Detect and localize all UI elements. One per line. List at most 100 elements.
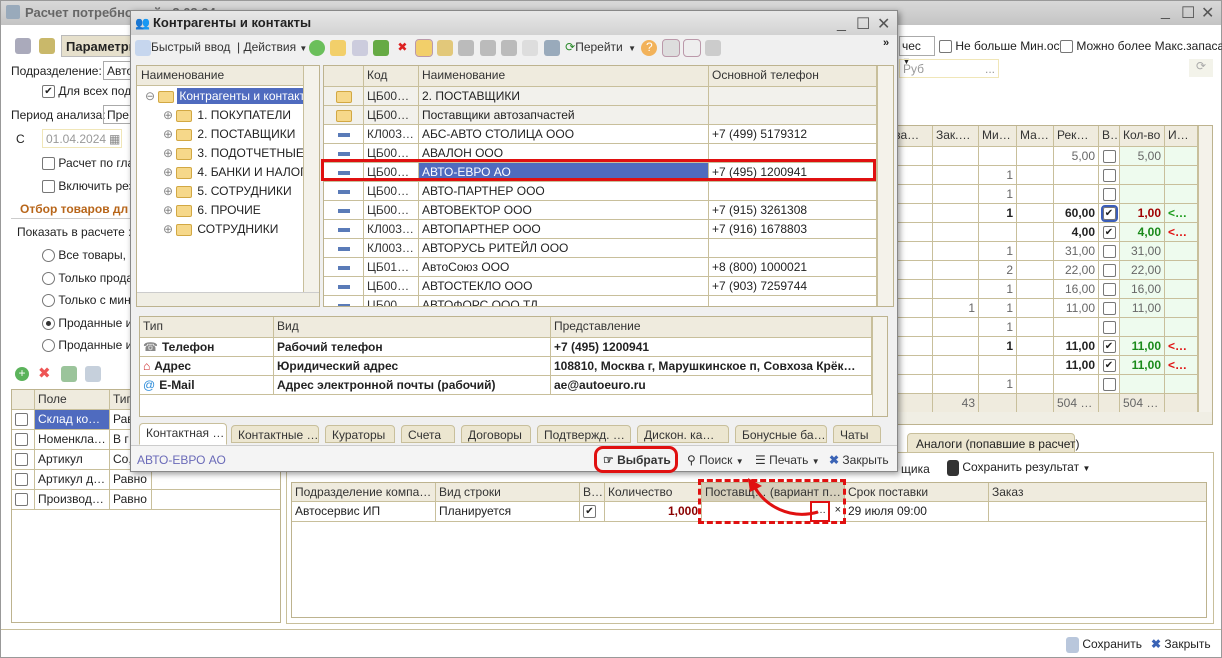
load-icon[interactable] <box>39 38 55 54</box>
calendar-icon[interactable]: ▦ <box>109 132 120 146</box>
collapse-icon[interactable]: ⊖ <box>145 89 158 103</box>
help-icon[interactable]: ? <box>641 40 658 56</box>
tab-8[interactable]: Бонусные ба… <box>735 425 827 443</box>
column-header[interactable]: В… <box>1099 126 1120 146</box>
maximize-button[interactable]: ☐ <box>1181 3 1195 23</box>
tree-item[interactable]: ⊕ 5. СОТРУДНИКИ <box>163 184 292 198</box>
tab-analogs[interactable]: Аналоги (попавшие в расчет) <box>907 433 1080 453</box>
column-header[interactable]: Мак… <box>1017 126 1054 146</box>
row-checkbox[interactable] <box>15 493 28 507</box>
sort-icon[interactable] <box>683 39 702 57</box>
column-header[interactable] <box>324 66 364 86</box>
column-header[interactable]: Представление <box>551 317 872 337</box>
include-checkbox[interactable]: ✔ <box>1102 359 1116 373</box>
include-checkbox[interactable] <box>1102 264 1116 278</box>
table-row[interactable]: 11,00✔11,00<Не… <box>882 356 1212 375</box>
table-row[interactable]: Производи… Равно <box>12 490 280 510</box>
table-row[interactable]: ⌂ Адрес Юридический адрес 108810, Москва г,… <box>140 357 887 376</box>
tab-9[interactable]: Чаты <box>833 425 881 443</box>
tree-item[interactable]: ⊕ 1. ПОКУПАТЕЛИ <box>163 108 291 122</box>
radio-option[interactable]: Только с мин <box>42 293 131 308</box>
table-row[interactable]: 1 <box>882 318 1212 337</box>
calc-by-checkbox[interactable] <box>42 157 55 171</box>
close-window-button[interactable]: ✕ <box>1201 3 1214 23</box>
row-checkbox[interactable] <box>15 473 28 487</box>
close-button[interactable]: Закрыть <box>1164 637 1210 651</box>
vertical-scrollbar[interactable] <box>303 66 319 292</box>
include-checkbox[interactable] <box>1102 245 1116 259</box>
column-header[interactable]: Наименование <box>419 66 709 86</box>
tree-item[interactable]: ⊕ 2. ПОСТАВЩИКИ <box>163 127 295 141</box>
include-checkbox[interactable] <box>1102 378 1116 392</box>
delete-icon[interactable]: ✖ <box>394 40 410 56</box>
search-button[interactable]: Поиск <box>699 453 732 467</box>
tree-item[interactable]: ⊕ 6. ПРОЧИЕ <box>163 203 261 217</box>
more-max-checkbox[interactable] <box>1060 40 1073 54</box>
tab-parameters[interactable]: Параметры <box>61 35 141 57</box>
table-row[interactable]: @ E-Mail Адрес электронной почты (рабочий)… <box>140 376 887 395</box>
table-row[interactable]: ЦБ0098… АВТО-ПАРТНЕР ООО <box>324 182 893 201</box>
column-header[interactable]: Кол-во <box>1120 126 1165 146</box>
filter-icon[interactable] <box>458 40 475 56</box>
include-checkbox[interactable]: ✔ <box>1100 205 1118 222</box>
table-row[interactable]: 111,00✔11,00<Не… <box>882 337 1212 356</box>
include-res-checkbox[interactable] <box>42 180 55 194</box>
hierarchy-icon[interactable] <box>414 39 433 57</box>
table-row[interactable]: ЦБ0000… 2. ПОСТАВЩИКИ <box>324 87 893 106</box>
table-row[interactable]: ЦБ0079… АВТОВЕКТОР ООО +7 (915) 3261308 <box>324 201 893 220</box>
vertical-scrollbar[interactable] <box>1198 126 1212 412</box>
column-header[interactable] <box>12 390 35 409</box>
radio-option[interactable]: Проданные и <box>42 338 132 353</box>
column-header[interactable]: Реко… <box>1054 126 1099 146</box>
list-settings-icon[interactable] <box>705 40 722 56</box>
radio-button[interactable] <box>42 316 55 330</box>
table-row[interactable]: КЛ0035… АБС-АВТО СТОЛИЦА ООО +7 (499) 5179… <box>324 125 893 144</box>
actions-menu[interactable]: Действия <box>243 40 296 54</box>
table-row[interactable]: 1 <box>882 375 1212 394</box>
save-result-button[interactable]: Сохранить результат <box>962 460 1079 474</box>
move-folder-icon[interactable] <box>437 40 454 56</box>
column-header[interactable]: Тип <box>140 317 274 337</box>
column-header[interactable]: Мин… <box>979 126 1017 146</box>
refresh-icon[interactable]: ⟳ <box>1189 59 1213 77</box>
table-row[interactable]: 2 22,00 22,00 <box>882 261 1212 280</box>
radio-option[interactable]: Только прода <box>42 271 133 285</box>
table-row[interactable]: 5,00 5,00 <box>882 147 1212 166</box>
tab-7[interactable]: Дискон. ка… <box>637 425 729 443</box>
output-icon[interactable] <box>543 40 560 56</box>
tab-6[interactable]: Подтвержд. … <box>537 425 631 443</box>
radio-button[interactable] <box>42 249 55 263</box>
tree-item[interactable]: ⊕ 4. БАНКИ И НАЛОГОВЫЕ <box>163 165 319 179</box>
vertical-scrollbar[interactable] <box>872 317 887 416</box>
expand-icon[interactable]: ⊕ <box>163 146 176 160</box>
more-toolbar-icon[interactable]: » <box>883 37 889 49</box>
print-button[interactable]: Печать <box>769 453 808 467</box>
table-row[interactable]: КЛ0036… АВТОПАРТНЕР ООО +7 (916) 1678803 <box>324 220 893 239</box>
radio-option[interactable]: Проданные ил <box>42 316 139 330</box>
dialog-close-button[interactable]: ✕ <box>877 14 890 34</box>
minimize-button[interactable]: _ <box>1161 3 1170 21</box>
include-checkbox[interactable] <box>1102 188 1116 202</box>
tree-item[interactable]: ⊕ СОТРУДНИКИ <box>163 222 278 236</box>
add-icon[interactable]: + <box>15 367 29 381</box>
radio-button[interactable] <box>42 271 55 285</box>
table-row[interactable]: ☎ Телефон Рабочий телефон +7 (495) 1200941 <box>140 338 887 357</box>
table-row[interactable]: 4,00✔4,00<Не… <box>882 223 1212 242</box>
back-icon[interactable] <box>15 38 31 54</box>
include-checkbox[interactable] <box>1102 283 1116 297</box>
table-row[interactable]: КЛ0035… АВТОРУСЬ РИТЕЙЛ ООО <box>324 239 893 258</box>
table-row[interactable]: 1 <box>882 185 1212 204</box>
tab-5[interactable]: Договоры <box>461 425 531 443</box>
column-header[interactable]: Срок поставки <box>845 483 989 501</box>
expand-icon[interactable]: ⊕ <box>163 203 176 217</box>
uncheck-all-icon[interactable] <box>85 366 101 382</box>
tab-4[interactable]: Счета <box>401 425 455 443</box>
include-checkbox[interactable]: ✔ <box>1102 340 1116 354</box>
dialog-maximize-button[interactable]: ☐ <box>856 14 870 34</box>
expand-icon[interactable]: ⊕ <box>163 127 176 141</box>
include-checkbox[interactable]: ✔ <box>1102 226 1116 240</box>
include-checkbox[interactable] <box>1102 321 1116 335</box>
horizontal-scrollbar[interactable] <box>882 412 1212 424</box>
check-all-icon[interactable] <box>61 366 77 382</box>
tab-1[interactable]: Контактная … <box>139 423 227 445</box>
